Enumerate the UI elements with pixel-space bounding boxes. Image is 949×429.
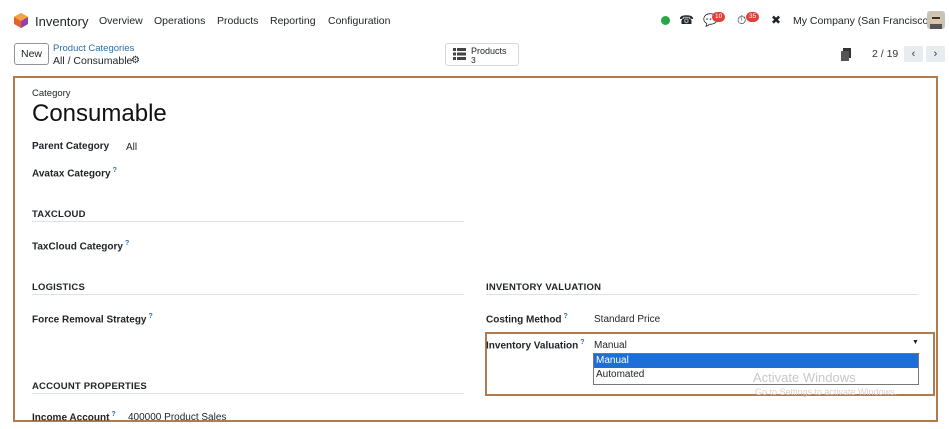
avatax-category-label: Avatax Category? [32,167,117,179]
list-icon [453,48,466,60]
menu-products[interactable]: Products [217,15,258,27]
products-smart-button[interactable]: Products 3 [445,43,519,66]
gear-icon[interactable]: ⚙ [131,55,140,66]
menu-overview[interactable]: Overview [99,15,143,27]
inventory-valuation-text: Inventory Valuation [486,340,579,352]
pager-previous-button[interactable]: ‹ [904,46,923,62]
phone-icon[interactable]: ☎ [679,13,694,27]
company-switcher[interactable]: My Company (San Francisco) [793,15,932,27]
parent-category-field[interactable]: All [126,142,137,153]
caret-down-icon: ▼ [912,339,919,346]
category-label: Category [32,88,71,99]
taxcloud-category-label: TaxCloud Category? [32,240,129,252]
menu-reporting[interactable]: Reporting [270,15,316,27]
help-icon[interactable]: ? [111,411,115,418]
pager-next-button[interactable]: › [926,46,945,62]
pager-value[interactable]: 2 / 19 [872,48,898,60]
app-name[interactable]: Inventory [35,14,88,29]
breadcrumb-current: All / Consumable [53,55,133,67]
activate-windows-subtitle: Go to Settings to activate Windows. [755,387,898,397]
costing-method-label: Costing Method? [486,313,568,325]
inventory-app-icon[interactable] [14,13,28,28]
smart-button-count: 3 [471,55,476,65]
section-divider [486,294,918,295]
avatar-icon [930,14,942,29]
section-divider [32,221,464,222]
help-icon[interactable]: ? [113,167,117,174]
income-account-field[interactable]: 400000 Product Sales [128,412,226,423]
force-removal-text: Force Removal Strategy [32,314,147,326]
smart-button-label: Products [471,46,507,56]
income-account-label: Income Account? [32,411,116,423]
section-divider [32,393,464,394]
income-account-text: Income Account [32,412,110,424]
taxcloud-category-text: TaxCloud Category [32,241,123,253]
section-taxcloud: TAXCLOUD [32,209,86,220]
help-icon[interactable]: ? [564,313,568,320]
costing-method-text: Costing Method [486,314,562,326]
help-icon[interactable]: ? [580,339,584,346]
section-inventory-valuation: INVENTORY VALUATION [486,282,602,293]
activate-windows-title: Activate Windows [753,370,856,385]
activities-badge: 35 [746,12,760,22]
activity-clock-icon[interactable]: ⏱ [737,13,746,28]
new-button[interactable]: New [14,43,49,65]
force-removal-label: Force Removal Strategy? [32,313,153,325]
tools-icon[interactable]: ✖ [771,13,781,27]
avatax-category-text: Avatax Category [32,168,111,180]
costing-method-field[interactable]: Standard Price [594,314,660,325]
menu-configuration[interactable]: Configuration [328,15,390,27]
help-icon[interactable]: ? [125,240,129,247]
breadcrumb-parent[interactable]: Product Categories [53,43,134,54]
section-account-properties: ACCOUNT PROPERTIES [32,381,147,392]
selected-value: Manual [594,340,627,351]
archive-icon[interactable] [841,48,853,61]
section-divider [32,294,464,295]
user-avatar[interactable] [927,11,945,29]
parent-category-label: Parent Category [32,141,110,152]
status-online-icon [661,16,670,25]
inventory-valuation-label: Inventory Valuation? [486,339,585,351]
category-name-field[interactable]: Consumable [32,100,167,128]
menu-operations[interactable]: Operations [154,15,205,27]
messages-badge: 10 [712,12,726,22]
option-manual[interactable]: Manual [594,354,918,368]
inventory-valuation-select[interactable]: Manual ▼ [594,337,920,354]
section-logistics: LOGISTICS [32,282,85,293]
help-icon[interactable]: ? [149,313,153,320]
